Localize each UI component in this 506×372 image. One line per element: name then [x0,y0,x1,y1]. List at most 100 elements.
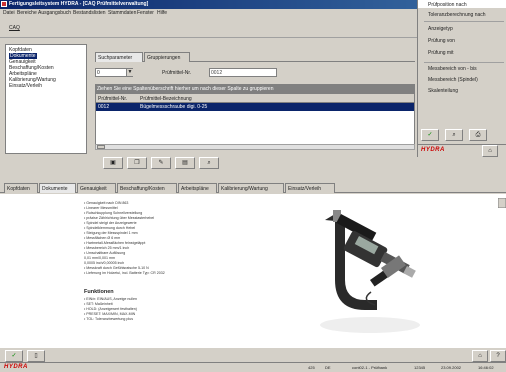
chevron-down-icon[interactable]: ▼ [126,69,133,76]
doc-line: • Genauigkeit nach DIN 863 [84,201,129,205]
filter-select-value: 0 [97,70,100,76]
doc-line: • Umschaltbare Auflösung [84,251,126,255]
tab-dokumente[interactable]: Dokumente [39,183,76,193]
doc-line: • EIN/n: EIN/AUS, Anzeige nullen [84,297,137,301]
first-record-button[interactable]: ▣ [103,157,123,169]
group-hint: Ziehen Sie eine Spaltenüberschrift hierh… [95,84,415,93]
printer-icon: ⎙ [475,132,481,138]
scroll-indicator-icon[interactable] [498,198,506,208]
pruefmittel-input[interactable]: 0012 [209,68,277,77]
dialog-label-pruefung-von: Prüfung von [428,38,455,44]
micrometer-image [320,210,420,333]
menu-hilfe[interactable]: Hilfe [157,10,167,16]
pencil-icon: ✎ [158,160,164,166]
menu-fenster[interactable]: Fenster [137,10,154,16]
menu-bereiche[interactable]: Bereiche [17,10,37,16]
doc-line: • präzise Zählrichtung über Messtasterhe… [84,216,155,220]
dialog-label-messbereich-spindel: Messbereich (Spindel) [428,77,478,83]
status-workstation: cont02-1 - Prüfbank [352,365,388,370]
status-time: 16:46:02 [478,365,494,370]
menu-ausgangsbuch[interactable]: Ausgangsbuch [38,10,71,16]
doc-line: • Hartmetall-Messflächen feinstgeläppt [84,241,146,245]
tab-einsatz[interactable]: Einsatz/Verleih [285,183,335,193]
tab-suchparameter[interactable]: Suchparameter [95,52,143,62]
search-icon: ⌕ [207,160,211,166]
doc-line: • Spindelklemmung durch Hebel [84,226,136,230]
nav-item-einsatz[interactable]: Einsatz/Verleih [9,83,42,89]
row-nr: 0012 [98,104,110,110]
tab-gruppierungen[interactable]: Gruppierungen [144,52,190,62]
exit-button[interactable]: ▯ [27,350,45,362]
table-row[interactable]: 0012 Bügelmessschraube digi. 0-25 [96,103,414,111]
dialog-label-pruefung-mit: Prüfung mit [428,50,454,56]
tab-arbeitsplaene[interactable]: Arbeitspläne [178,183,217,193]
record-toolbar: ▣ ❐ ✎ ▤ ⌕ [95,157,415,171]
doc-line: • Messbereich 25 mm/1 inch [84,246,130,250]
doc-line: • HOLD: (Anzeigewert festhalten) [84,307,137,311]
dialog-label-messbereich: Messbereich von - bis [428,66,477,72]
doc-line: • TOL: Toleranzbewertung plus [84,317,134,321]
help-button[interactable]: ? [490,350,506,362]
bottom-toolbar: ✓ ▯ ⌂ ? [0,349,506,362]
detail-dialog: Prüfposition nach Toleranzberechnung nac… [417,0,506,157]
save-button[interactable]: ▤ [175,157,195,169]
disk-icon: ▤ [182,160,188,166]
column-header-nr[interactable]: Prüfmittel-Nr. [98,96,127,102]
tab-genauigkeit[interactable]: Genauigkeit [77,183,116,193]
new-doc-icon: ▣ [110,160,116,166]
dialog-buttons: ✓ ⌕ ⎙ [418,128,506,142]
dialog-label-anzeigetyp: Anzeigetyp [428,26,453,32]
home-button[interactable]: ⌂ [472,350,488,362]
tab-beschaffung[interactable]: Beschaffung/Kosten [117,183,177,193]
doc-line: 0,0005 inch/0,00005 inch [84,261,125,265]
door-icon: ▯ [34,353,38,359]
doc-line: • Steigung der Messspindel 1 mm [84,231,138,235]
horizontal-scrollbar[interactable] [95,144,415,150]
edit-button[interactable]: ✎ [151,157,171,169]
doc-line: • SET: Maßeinheit [84,302,113,306]
status-count: 425 [308,365,315,370]
app-window: Fertigungsleitsystem HYDRA - [CAQ Prüfmi… [0,0,506,372]
doc-heading: Funktionen [84,289,114,295]
copy-button[interactable]: ❐ [127,157,147,169]
copy-icon: ❐ [134,160,140,166]
search-button[interactable]: ⌕ [199,157,219,169]
doc-line: • Messkraft durch Gefühlsratsche 5-10 N [84,266,149,270]
status-user: 12345 [414,365,426,370]
menu-bestandslisten[interactable]: Bestandslisten [73,10,106,16]
help-icon: ? [496,353,500,359]
home-button[interactable]: ⌂ [482,145,498,157]
status-bar: HYDRA 425 DE cont02-1 - Prüfbank 12345 2… [0,362,506,372]
home-icon: ⌂ [478,353,482,359]
row-bezeichnung: Bügelmessschraube digi. 0-25 [140,104,208,110]
status-language: DE [325,365,331,370]
menu-datei[interactable]: Datei [3,10,15,16]
status-date: 23.09.2002 [441,365,462,370]
pruefmittel-label: Prüfmittel-Nr. [162,70,192,76]
search-button[interactable]: ⌕ [445,129,463,141]
tab-kopfdaten[interactable]: Kopfdaten [4,183,38,193]
dialog-label-toleranz: Toleranzberechnung nach [428,12,486,18]
doc-line: • Lieferung im Holzetui, incl. Batterie … [84,271,165,275]
dialog-status: HYDRA ⌂ [418,144,506,157]
grid-header: Prüfmittel-Nr. Prüfmittel-Bezeichnung [96,94,414,103]
dialog-label-pruefposition: Prüfposition nach [428,2,467,8]
column-header-bezeichnung[interactable]: Prüfmittel-Bezeichnung [140,96,192,102]
menu-stammdaten[interactable]: Stammdaten [108,10,136,16]
home-icon: ⌂ [488,148,492,154]
doc-line: • Rutschkupplung Schnellverstellung [84,211,143,215]
results-grid: Prüfmittel-Nr. Prüfmittel-Bezeichnung 00… [95,93,415,149]
filter-select[interactable]: 0 ▼ [95,68,133,77]
doc-line: • PRESET: MAX/MIN, MAX-MIN [84,312,136,316]
ok-button[interactable]: ✓ [421,129,439,141]
search-icon: ⌕ [452,132,456,138]
dialog-label-skalenteilung: Skalenteilung [428,88,459,94]
hydra-logo: HYDRA [421,147,445,153]
document-tabs: Kopfdaten Dokumente Genauigkeit Beschaff… [0,183,506,193]
caq-button[interactable]: CAQ [7,23,24,34]
ok-button[interactable]: ✓ [5,350,23,362]
print-button[interactable]: ⎙ [469,129,487,141]
hydra-logo: HYDRA [4,364,28,370]
scroll-thumb[interactable] [97,145,105,149]
tab-kalibrierung[interactable]: Kalibrierung/Wartung [218,183,284,193]
